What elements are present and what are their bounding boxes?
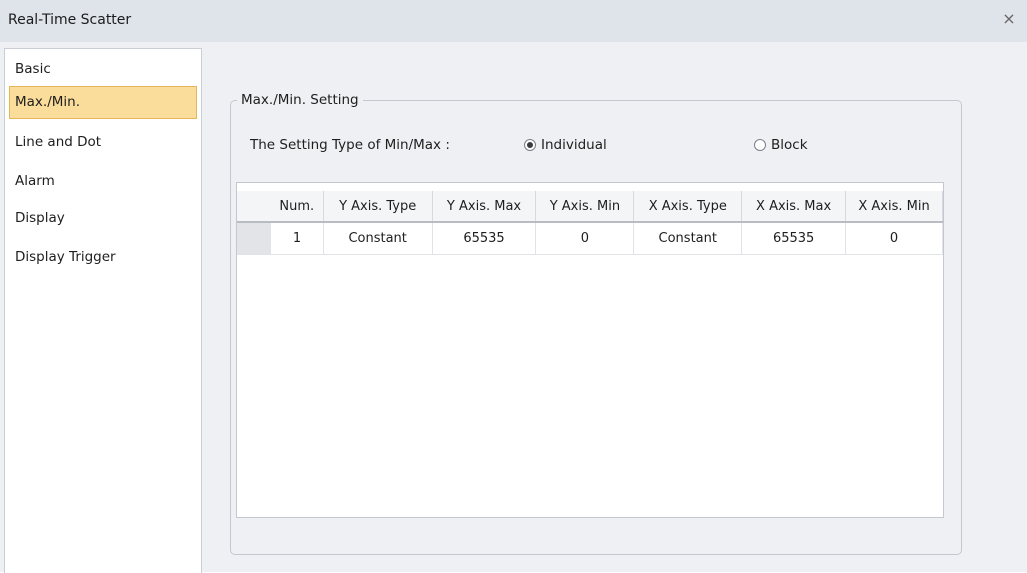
column-header-y-axis-max[interactable]: Y Axis. Max [432,191,537,223]
column-header-x-axis-type[interactable]: X Axis. Type [633,191,743,223]
min-max-table: Num. Y Axis. Type Y Axis. Max Y Axis. Mi… [236,182,944,518]
table-header-row: Num. Y Axis. Type Y Axis. Max Y Axis. Mi… [237,191,943,223]
sidebar-item-max-min[interactable]: Max./Min. [9,86,197,119]
row-selector[interactable] [237,222,272,255]
cell-num[interactable]: 1 [270,222,324,255]
dialog-window: Real-Time Scatter × Basic Max./Min. Line… [0,0,1027,573]
setting-type-label: The Setting Type of Min/Max : [250,137,450,153]
cell-y-axis-type[interactable]: Constant [323,222,433,255]
column-header-y-axis-type[interactable]: Y Axis. Type [323,191,433,223]
row-header-corner [237,191,271,223]
close-icon[interactable]: × [1001,11,1017,27]
column-header-y-axis-min[interactable]: Y Axis. Min [535,191,635,223]
block-radio[interactable]: Block [754,137,808,153]
sidebar-item-line-and-dot[interactable]: Line and Dot [9,126,197,159]
window-title: Real-Time Scatter [8,12,132,28]
settings-panel: Max./Min. Setting The Setting Type of Mi… [202,48,1027,572]
radio-unchecked-icon[interactable] [754,139,766,151]
column-header-x-axis-max[interactable]: X Axis. Max [741,191,847,223]
column-header-x-axis-min[interactable]: X Axis. Min [845,191,943,223]
title-bar: Real-Time Scatter × [0,0,1027,42]
table-row[interactable]: 1 Constant 65535 0 Constant 65535 0 [237,222,943,255]
block-radio-label: Block [771,137,808,153]
sidebar-item-alarm[interactable]: Alarm [9,165,197,198]
group-label: Max./Min. Setting [237,92,363,108]
sidebar-item-basic[interactable]: Basic [9,53,197,86]
cell-x-axis-max[interactable]: 65535 [741,222,847,255]
individual-radio-label: Individual [541,137,607,153]
cell-y-axis-max[interactable]: 65535 [432,222,537,255]
radio-checked-icon[interactable] [524,139,536,151]
column-header-num[interactable]: Num. [270,191,324,223]
cell-x-axis-min[interactable]: 0 [845,222,943,255]
cell-y-axis-min[interactable]: 0 [535,222,635,255]
cell-x-axis-type[interactable]: Constant [633,222,743,255]
sidebar: Basic Max./Min. Line and Dot Alarm Displ… [4,48,202,573]
sidebar-item-display-trigger[interactable]: Display Trigger [9,241,197,274]
individual-radio[interactable]: Individual [524,137,607,153]
sidebar-item-display[interactable]: Display [9,202,197,235]
